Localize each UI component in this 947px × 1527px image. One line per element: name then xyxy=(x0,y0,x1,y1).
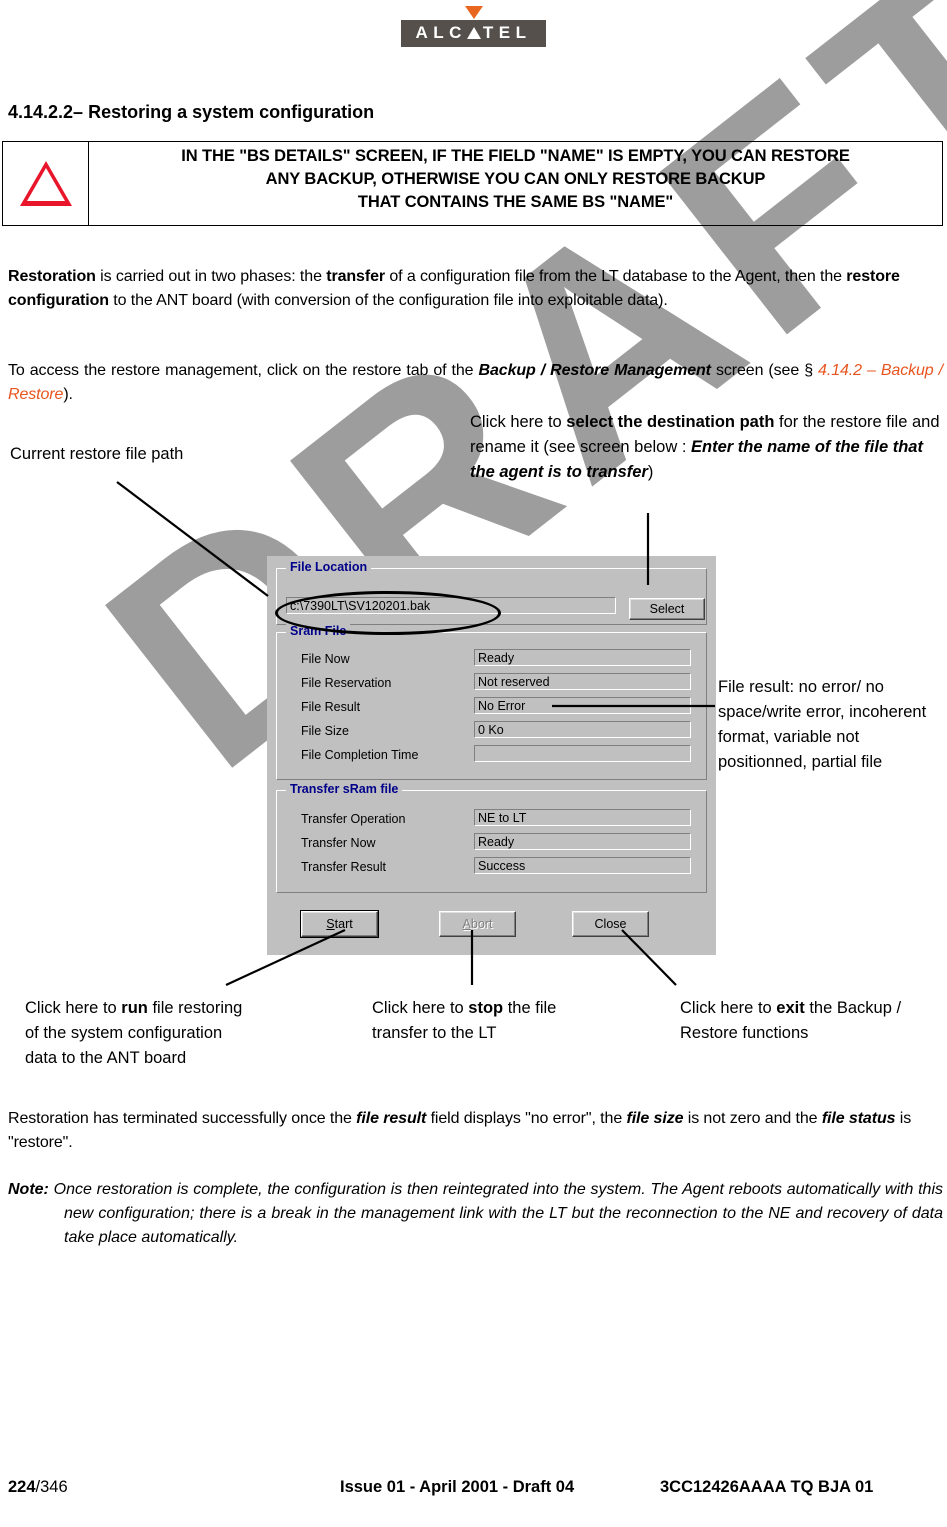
annotation-file-result: File result: no error/ no space/write er… xyxy=(718,678,927,771)
para3-text-a: Restoration has terminated successfully … xyxy=(8,1110,357,1127)
anno-stop-text-a: Click here to xyxy=(372,999,469,1017)
path-highlight-ellipse xyxy=(275,591,501,635)
label-file-reservation: File Reservation xyxy=(301,676,392,690)
paragraph-restoration: Restoration is carried out in two phases… xyxy=(8,265,943,312)
para2-text-b: screen (see § xyxy=(710,362,819,379)
warning-line-3: THAT CONTAINS THE SAME BS "NAME" xyxy=(357,193,674,211)
anno-exit-text-a: Click here to xyxy=(680,999,777,1017)
anno-run-text-a: Click here to xyxy=(25,999,122,1017)
logo-wordmark: ALC TEL xyxy=(401,20,546,47)
annotation-run-restore: Click here to run file restoring of the … xyxy=(25,996,245,1071)
abort-button: Abort xyxy=(439,911,516,937)
para1-text-b: of a configuration file from the LT data… xyxy=(385,268,847,285)
anno-select-text-c: ) xyxy=(647,463,654,481)
logo-a-triangle-icon xyxy=(466,27,481,39)
value-transfer-operation: NE to LT xyxy=(474,809,691,826)
logo-text-left: ALC xyxy=(415,23,467,42)
paragraph-termination: Restoration has terminated successfully … xyxy=(8,1107,943,1154)
para3-bold-file-result: file result xyxy=(356,1110,427,1127)
start-button-accel: S xyxy=(326,917,335,931)
para2-text-c: ). xyxy=(63,385,73,403)
para3-text-b: field displays "no error", the xyxy=(426,1110,627,1127)
paragraph-access-restore: To access the restore management, click … xyxy=(8,359,943,406)
warning-line-1: IN THE "BS DETAILS" SCREEN, IF THE FIELD… xyxy=(181,147,850,165)
para2-text-a: To access the restore management, click … xyxy=(8,362,479,379)
select-button[interactable]: Select xyxy=(629,598,705,620)
para3-bold-file-status: file status xyxy=(821,1110,896,1127)
note-body: Note: Once restoration is complete, the … xyxy=(8,1178,943,1250)
value-transfer-now: Ready xyxy=(474,833,691,850)
label-file-size: File Size xyxy=(301,724,349,738)
anno-stop-bold: stop xyxy=(468,999,504,1017)
para1-text-c: to the ANT board (with conversion of the… xyxy=(108,291,668,309)
anno-select-text-a: Click here to xyxy=(470,413,567,431)
anno-select-bold: select the destination path xyxy=(566,413,775,431)
para3-text-c: is not zero and the xyxy=(683,1110,822,1127)
group-file-location-title: File Location xyxy=(286,560,372,574)
warning-callout: IN THE "BS DETAILS" SCREEN, IF THE FIELD… xyxy=(2,141,943,226)
warning-triangle-icon xyxy=(19,161,72,206)
annotation-current-restore-file-path: Current restore file path xyxy=(10,445,184,463)
value-file-size: 0 Ko xyxy=(474,721,691,738)
note-block: Note: Once restoration is complete, the … xyxy=(8,1178,943,1250)
warning-text-cell: IN THE "BS DETAILS" SCREEN, IF THE FIELD… xyxy=(89,142,942,225)
logo-triangle-icon xyxy=(464,6,483,19)
warning-line-2: ANY BACKUP, OTHERWISE YOU CAN ONLY RESTO… xyxy=(265,170,766,188)
footer-page-current: 224 xyxy=(8,1478,36,1496)
logo-text-right: TEL xyxy=(482,23,532,42)
warning-icon-cell xyxy=(3,142,89,225)
note-text: Once restoration is complete, the config… xyxy=(48,1181,943,1246)
abort-button-accel: A xyxy=(462,917,471,931)
note-label: Note: xyxy=(8,1181,49,1198)
anno-exit-bold: exit xyxy=(776,999,805,1017)
group-transfer-sram-file: Transfer sRam file Transfer Operation NE… xyxy=(276,782,707,893)
page-footer: 224/346 Issue 01 - April 2001 - Draft 04… xyxy=(0,1478,947,1508)
value-file-result: No Error xyxy=(474,697,691,714)
group-transfer-title: Transfer sRam file xyxy=(286,782,403,796)
label-transfer-result: Transfer Result xyxy=(301,860,386,874)
value-transfer-result: Success xyxy=(474,857,691,874)
label-transfer-operation: Transfer Operation xyxy=(301,812,406,826)
close-button-label: Close xyxy=(594,917,627,931)
para1-bold-restoration: Restoration xyxy=(8,268,96,285)
start-button[interactable]: Start xyxy=(301,911,378,937)
para3-bold-file-size: file size xyxy=(626,1110,684,1127)
annotation-exit-functions: Click here to exit the Backup / Restore … xyxy=(680,996,910,1046)
leader-current-path xyxy=(116,481,269,597)
footer-page-number: 224/346 xyxy=(8,1478,68,1497)
annotation-stop-transfer: Click here to stop the file transfer to … xyxy=(372,996,602,1046)
para1-text-a: is carried out in two phases: the xyxy=(95,268,327,285)
document-page: DRAFT ALC TEL 4.14.2.2– Restoring a syste… xyxy=(0,0,947,1527)
footer-page-total: /346 xyxy=(35,1478,68,1496)
backup-restore-dialog: File Location c:\7390LT\SV120201.bak Sel… xyxy=(267,556,716,955)
label-file-result: File Result xyxy=(301,700,361,714)
select-button-label: Select xyxy=(649,602,685,616)
para1-bold-transfer: transfer xyxy=(326,268,385,285)
para2-bolditalic-screen: Backup / Restore Management xyxy=(478,362,711,379)
anno-run-bold: run xyxy=(121,999,148,1017)
value-file-now: Ready xyxy=(474,649,691,666)
annotation-select-destination-path: Click here to select the destination pat… xyxy=(470,410,940,485)
section-heading: 4.14.2.2– Restoring a system configurati… xyxy=(8,102,375,122)
value-file-reservation: Not reserved xyxy=(474,673,691,690)
label-transfer-now: Transfer Now xyxy=(301,836,376,850)
alcatel-logo: ALC TEL xyxy=(0,6,947,47)
label-file-now: File Now xyxy=(301,652,350,666)
footer-issue: Issue 01 - April 2001 - Draft 04 xyxy=(340,1478,575,1496)
warning-text: IN THE "BS DETAILS" SCREEN, IF THE FIELD… xyxy=(181,145,850,214)
close-button[interactable]: Close xyxy=(572,911,649,937)
footer-reference: 3CC12426AAAA TQ BJA 01 xyxy=(660,1478,874,1496)
start-button-label: tart xyxy=(334,917,353,931)
group-sram-file: Sram File File Now Ready File Reservatio… xyxy=(276,624,707,780)
value-file-completion-time xyxy=(474,745,691,762)
label-file-completion-time: File Completion Time xyxy=(301,748,419,762)
group-file-location: File Location c:\7390LT\SV120201.bak Sel… xyxy=(275,560,707,635)
abort-button-label: bort xyxy=(470,917,493,931)
